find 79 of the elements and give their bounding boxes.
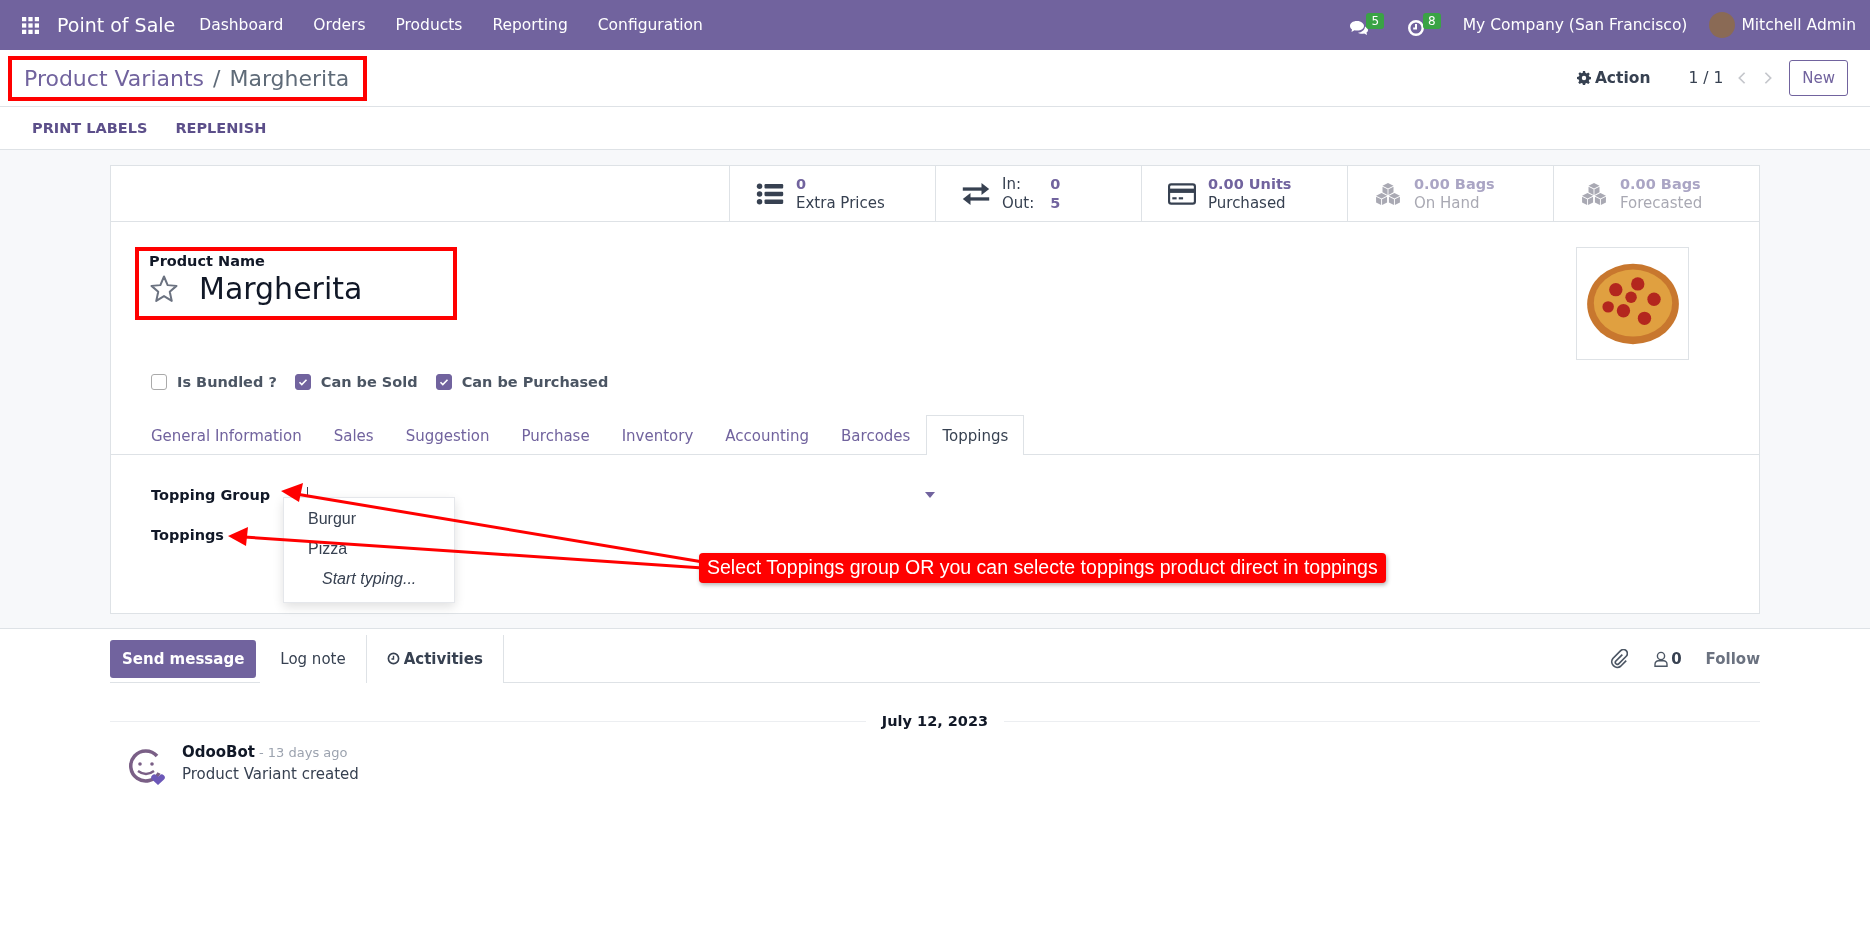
checkbox[interactable] bbox=[151, 374, 167, 390]
breadcrumb-current: Margherita bbox=[229, 65, 350, 91]
message-author: OdooBot bbox=[182, 743, 255, 761]
message-time: - 13 days ago bbox=[259, 745, 348, 760]
bot-avatar-icon bbox=[126, 747, 166, 787]
checkbox-label: Can be Purchased bbox=[461, 374, 609, 390]
stat-value: 0.00 Units bbox=[1208, 174, 1292, 194]
chatter-button[interactable]: Send message bbox=[110, 639, 257, 678]
field-label: Product Name bbox=[149, 253, 266, 269]
stat-value: 0 bbox=[1050, 174, 1061, 194]
tab[interactable]: Sales bbox=[317, 415, 390, 455]
stat-label: In: bbox=[1002, 174, 1022, 194]
settings-icon[interactable] bbox=[1576, 71, 1591, 85]
stat-label: Out: bbox=[1002, 193, 1035, 213]
stat-button[interactable]: In: 0 Out: 5 bbox=[935, 166, 1141, 221]
action-menu[interactable]: Action bbox=[1594, 69, 1651, 87]
stat-button[interactable]: 0 Extra Prices bbox=[729, 166, 935, 221]
menu-item[interactable]: Reporting bbox=[492, 16, 568, 34]
annotation-callout: Select Toppings group OR you can selecte toppings product direct in toppings bbox=[699, 553, 1386, 583]
followers-count[interactable]: 0 bbox=[1671, 649, 1682, 668]
pager-value[interactable]: 1 / 1 bbox=[1688, 69, 1724, 87]
field-label: Toppings bbox=[151, 527, 225, 543]
clock-icon[interactable] bbox=[1406, 19, 1427, 37]
menu-item[interactable]: Products bbox=[395, 16, 463, 34]
checkbox[interactable] bbox=[294, 374, 311, 390]
star-icon[interactable] bbox=[149, 273, 179, 304]
checkbox-label: Can be Sold bbox=[320, 374, 418, 390]
chat-icon[interactable] bbox=[1349, 19, 1370, 37]
stat-value: 0.00 Bags bbox=[1414, 174, 1495, 194]
paperclip-icon[interactable] bbox=[1610, 648, 1629, 669]
product-name-field[interactable]: Margherita bbox=[199, 271, 363, 306]
stat-value: 0.00 Bags bbox=[1620, 174, 1702, 194]
chatter-button[interactable]: Activities bbox=[366, 634, 504, 683]
tab[interactable]: General Information bbox=[135, 415, 318, 455]
date-separator: July 12, 2023 bbox=[880, 713, 990, 729]
user-menu[interactable]: Mitchell Admin bbox=[1741, 16, 1856, 34]
dropdown-hint: Start typing... bbox=[321, 569, 418, 589]
breadcrumb-link[interactable]: Product Variants bbox=[24, 65, 205, 91]
follow-button[interactable]: Follow bbox=[1705, 649, 1760, 668]
caret-icon bbox=[925, 492, 935, 498]
stat-label: On Hand bbox=[1414, 193, 1481, 213]
stat-value: 0 bbox=[796, 174, 808, 194]
stat-button[interactable]: 0.00 Units Purchased bbox=[1141, 166, 1347, 221]
clock-icon bbox=[386, 652, 400, 665]
stat-value: 5 bbox=[1050, 193, 1061, 213]
message-body: Product Variant created bbox=[182, 765, 359, 783]
tab[interactable]: Barcodes bbox=[825, 415, 927, 455]
tab[interactable]: Purchase bbox=[505, 415, 606, 455]
notification-badge: 8 bbox=[1423, 13, 1441, 29]
cubes-icon bbox=[1580, 182, 1608, 205]
cubes-icon bbox=[1374, 182, 1402, 205]
stat-label: Forecasted bbox=[1620, 193, 1703, 213]
field-label: Topping Group bbox=[151, 487, 272, 503]
transfer-icon bbox=[962, 182, 990, 205]
chatter-button[interactable]: Log note bbox=[260, 634, 367, 683]
tab[interactable]: Suggestion bbox=[389, 415, 506, 455]
person-icon[interactable] bbox=[1654, 650, 1669, 667]
company-switcher[interactable]: My Company (San Francisco) bbox=[1462, 16, 1688, 34]
stat-label: Purchased bbox=[1208, 193, 1287, 213]
apps-menu-icon[interactable] bbox=[22, 16, 39, 34]
menu-item[interactable]: Dashboard bbox=[199, 16, 284, 34]
notification-badge: 5 bbox=[1366, 13, 1385, 29]
breadcrumb-separator: / bbox=[213, 65, 221, 91]
dropdown-option[interactable]: Burgur bbox=[284, 504, 455, 534]
new-button[interactable]: New bbox=[1789, 60, 1848, 96]
tab[interactable]: Toppings bbox=[926, 415, 1025, 455]
action-button[interactable]: REPLENISH bbox=[175, 120, 267, 136]
app-name[interactable]: Point of Sale bbox=[57, 14, 176, 36]
menu-item[interactable]: Configuration bbox=[597, 16, 703, 34]
product-image[interactable] bbox=[1576, 247, 1689, 360]
list-icon bbox=[756, 182, 784, 205]
action-button[interactable]: PRINT LABELS bbox=[32, 120, 148, 136]
checkbox-label: Is Bundled ? bbox=[177, 374, 277, 390]
tab[interactable]: Inventory bbox=[605, 415, 710, 455]
menu-item[interactable]: Orders bbox=[313, 16, 366, 34]
stat-label: Extra Prices bbox=[796, 193, 885, 213]
credit-card-icon bbox=[1168, 182, 1196, 205]
tab[interactable]: Accounting bbox=[709, 415, 826, 455]
checkbox[interactable] bbox=[435, 374, 452, 390]
